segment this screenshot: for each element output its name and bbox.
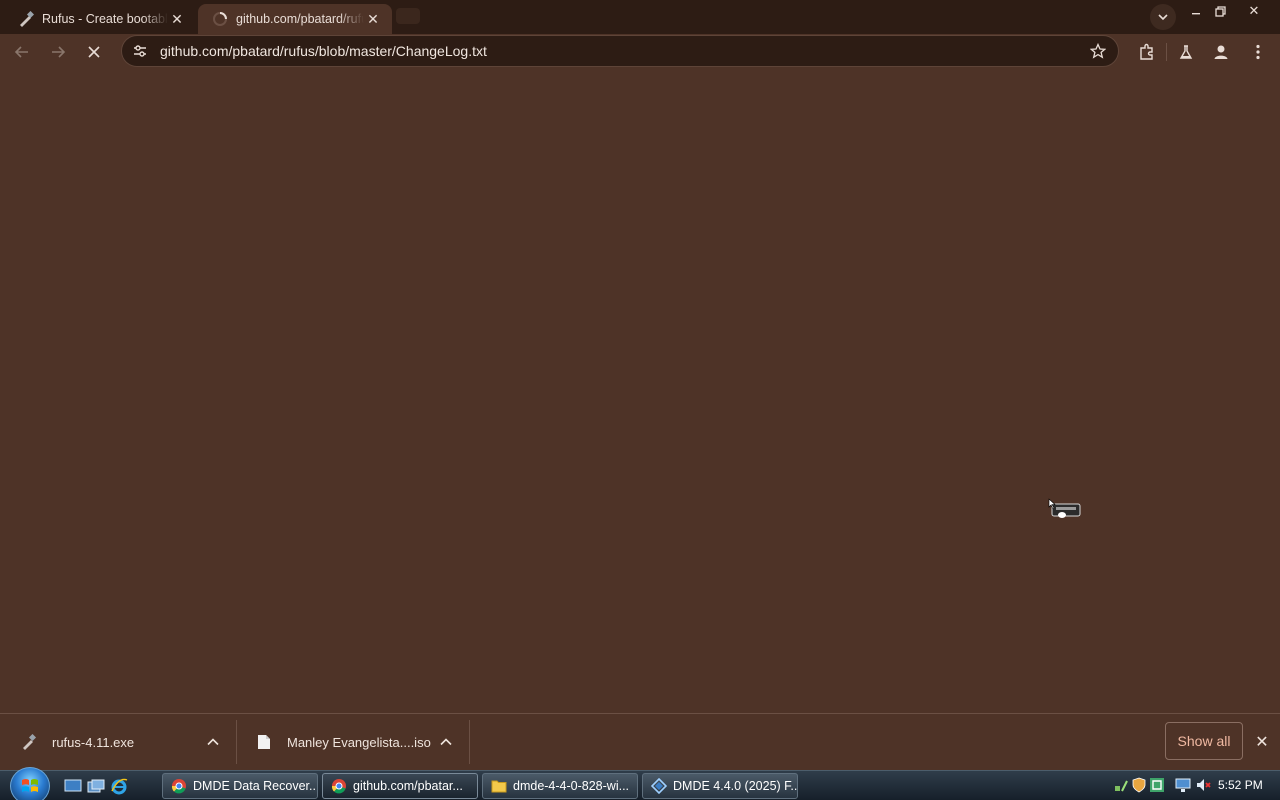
usb-drive-icon <box>18 11 34 27</box>
forward-button[interactable] <box>44 38 72 66</box>
internet-explorer-icon[interactable] <box>109 776 129 796</box>
show-all-button[interactable]: Show all <box>1165 722 1243 760</box>
taskbar-item-dmde-folder[interactable]: dmde-4-4-0-828-wi... <box>482 773 638 799</box>
profile-button[interactable] <box>1207 38 1235 66</box>
taskbar-item-label: DMDE 4.4.0 (2025) F... <box>673 779 798 793</box>
download-filename: Manley Evangelista....iso <box>287 734 431 750</box>
arrow-left-icon <box>14 46 28 58</box>
taskbar-item-github[interactable]: github.com/pbatar... <box>322 773 478 799</box>
stop-button[interactable] <box>80 38 108 66</box>
shelf-divider <box>469 720 470 764</box>
taskbar-item-label: dmde-4-4-0-828-wi... <box>513 779 630 793</box>
close-icon[interactable]: ✕ <box>364 10 382 28</box>
chrome-icon <box>171 778 187 794</box>
puzzle-icon <box>1140 43 1153 60</box>
chevron-up-icon[interactable] <box>437 733 455 751</box>
restore-button[interactable] <box>1205 0 1235 22</box>
usb-drive-icon <box>20 733 38 751</box>
taskbar-item-label: DMDE Data Recover... <box>193 779 318 793</box>
network-tray-icon[interactable] <box>1112 776 1130 794</box>
restore-icon <box>1214 5 1226 17</box>
app-tray-icon[interactable] <box>1148 776 1166 794</box>
switch-windows-icon[interactable] <box>86 776 106 796</box>
windows-logo-icon <box>22 779 38 792</box>
folder-icon <box>491 778 507 794</box>
flask-icon <box>1179 45 1193 59</box>
display-tray-icon[interactable] <box>1174 776 1192 794</box>
arrow-right-icon <box>52 46 66 58</box>
close-icon <box>88 46 100 58</box>
toolbar-divider <box>1166 43 1167 61</box>
download-shelf: rufus-4.11.exe Manley Evangelista....iso… <box>0 713 1280 770</box>
chrome-icon <box>331 778 347 794</box>
taskbar-clock[interactable]: 5:52 PM <box>1218 778 1263 792</box>
new-tab-button[interactable] <box>396 8 420 24</box>
tab-search-button[interactable] <box>1150 4 1176 30</box>
drag-cursor-icon <box>1048 498 1081 518</box>
download-item[interactable]: rufus-4.11.exe <box>20 720 236 764</box>
chevron-up-icon[interactable] <box>204 733 222 751</box>
tab-title: github.com/pbatard/rufus/blob/master/Cha… <box>236 12 364 26</box>
page-content <box>0 70 1280 713</box>
close-icon[interactable]: ✕ <box>168 10 186 28</box>
tab-rufus[interactable]: Rufus - Create bootable USB drives the e… <box>4 4 196 34</box>
close-window-button[interactable]: ✕ <box>1239 0 1269 22</box>
address-bar[interactable]: github.com/pbatard/rufus/blob/master/Cha… <box>121 35 1119 67</box>
file-icon <box>255 733 273 751</box>
labs-button[interactable] <box>1172 38 1200 66</box>
close-shelf-button[interactable]: ✕ <box>1251 731 1273 753</box>
close-icon: ✕ <box>1255 734 1269 751</box>
back-button[interactable] <box>8 38 36 66</box>
person-icon <box>1214 45 1228 59</box>
extensions-button[interactable] <box>1133 38 1161 66</box>
shield-icon[interactable] <box>1130 776 1148 794</box>
tune-icon[interactable] <box>132 43 148 59</box>
kebab-menu-icon <box>1256 44 1260 60</box>
url-text: github.com/pbatard/rufus/blob/master/Cha… <box>160 43 487 59</box>
browser-toolbar: github.com/pbatard/rufus/blob/master/Cha… <box>0 34 1280 70</box>
menu-button[interactable] <box>1244 38 1272 66</box>
tab-strip: Rufus - Create bootable USB drives the e… <box>0 0 1280 34</box>
taskbar-item-dmde-recovery[interactable]: DMDE Data Recover... <box>162 773 318 799</box>
shelf-divider <box>236 720 237 764</box>
download-filename: rufus-4.11.exe <box>52 734 135 750</box>
dmde-app-icon <box>651 778 667 794</box>
taskbar: DMDE Data Recover... github.com/pbatar..… <box>0 767 1280 800</box>
start-button[interactable] <box>10 767 50 800</box>
loading-spinner-icon <box>212 11 228 27</box>
minimize-icon <box>1192 13 1200 15</box>
volume-muted-icon[interactable] <box>1194 776 1212 794</box>
taskbar-item-dmde-app[interactable]: DMDE 4.4.0 (2025) F... <box>642 773 798 799</box>
download-item[interactable]: Manley Evangelista....iso <box>255 720 469 764</box>
tab-title: Rufus - Create bootable USB drives the e… <box>42 12 168 26</box>
chevron-down-icon <box>1158 14 1168 21</box>
close-icon: ✕ <box>1248 3 1260 18</box>
show-desktop-icon[interactable] <box>63 776 83 796</box>
taskbar-item-label: github.com/pbatar... <box>353 779 463 793</box>
star-icon[interactable] <box>1078 43 1118 59</box>
tab-changelog[interactable]: github.com/pbatard/rufus/blob/master/Cha… <box>198 4 392 34</box>
